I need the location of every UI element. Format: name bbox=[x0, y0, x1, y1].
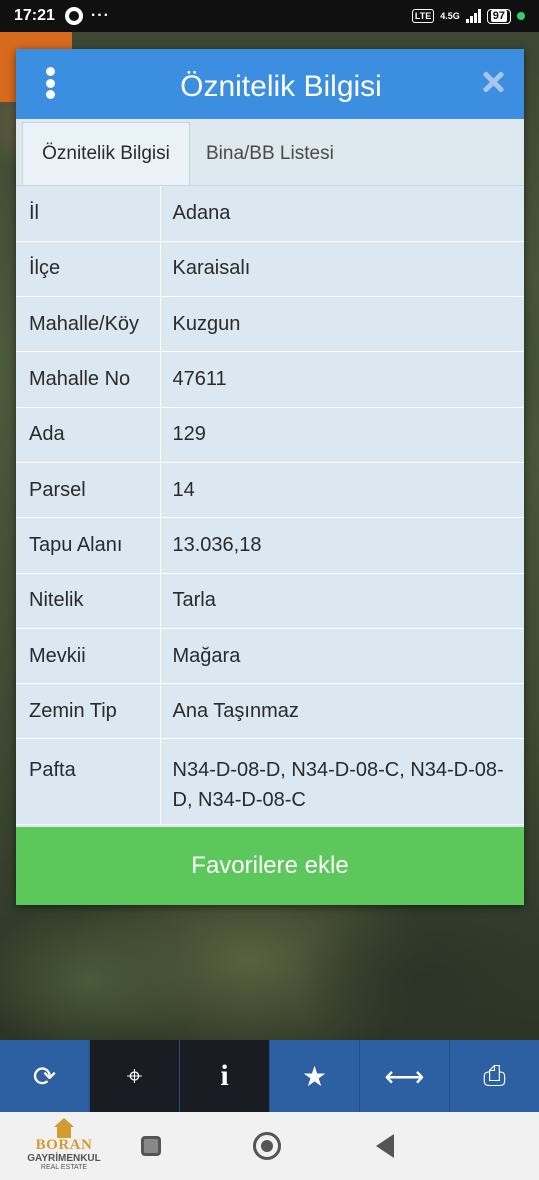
attribute-key: Mahalle/Köy bbox=[16, 296, 161, 353]
status-bar: 17:21 ··· LTE 4.5G 97 bbox=[0, 0, 539, 32]
tab-bar: Öznitelik Bilgisi Bina/BB Listesi bbox=[16, 119, 524, 186]
kebab-menu-icon[interactable] bbox=[43, 67, 57, 99]
back-icon[interactable] bbox=[376, 1134, 394, 1158]
star-icon[interactable]: ★ bbox=[270, 1040, 360, 1112]
attribute-value: Mağara bbox=[160, 628, 524, 685]
add-favorite-button[interactable]: Favorilere ekle bbox=[16, 827, 524, 905]
carrier-icon bbox=[64, 7, 83, 25]
status-icons: LTE 4.5G 97 bbox=[411, 8, 525, 24]
attribute-value: 47611 bbox=[160, 351, 524, 408]
privacy-indicator-icon bbox=[517, 12, 525, 20]
battery-icon: 97 bbox=[486, 8, 511, 24]
logo-tagline: REAL ESTATE bbox=[40, 1164, 88, 1171]
attribute-key: Zemin Tip bbox=[16, 683, 161, 740]
attribute-row: Pafta N34-D-08-D, N34-D-08-C, N34-D-08-D,… bbox=[16, 738, 524, 826]
attribute-key: Parsel bbox=[16, 462, 161, 519]
signal-icon bbox=[465, 9, 481, 23]
refresh-icon[interactable]: ⟳ bbox=[0, 1040, 90, 1112]
attribute-key: Pafta bbox=[16, 738, 161, 826]
attribute-row: İlçe Karaisalı bbox=[16, 241, 524, 298]
logo-subtitle: GAYRİMENKUL bbox=[27, 1153, 101, 1164]
attribute-key: Ada bbox=[16, 407, 161, 463]
attribute-row: Mahalle No 47611 bbox=[16, 351, 524, 408]
attribute-value: Ana Taşınmaz bbox=[160, 683, 524, 740]
recent-apps-icon[interactable] bbox=[141, 1136, 161, 1156]
network-type: 4.5G bbox=[440, 10, 460, 21]
close-icon[interactable] bbox=[480, 69, 506, 95]
measure-arrows-icon[interactable]: ⟷ bbox=[360, 1040, 450, 1112]
attribute-value: 129 bbox=[160, 407, 524, 463]
attribute-row: Tapu Alanı 13.036,18 bbox=[16, 517, 524, 574]
attribute-value: 14 bbox=[160, 462, 524, 519]
attribute-key: İlçe bbox=[16, 241, 161, 298]
attribute-value: Karaisalı bbox=[160, 241, 524, 298]
attribute-value: Kuzgun bbox=[160, 296, 524, 353]
tab-attribute-info[interactable]: Öznitelik Bilgisi bbox=[22, 122, 190, 185]
attribute-value: 13.036,18 bbox=[160, 517, 524, 574]
logo-name: BORAN bbox=[35, 1137, 93, 1153]
attribute-value: Adana bbox=[160, 186, 524, 242]
map-toolbar: ⟳ ⌖ i ★ ⟷ ⎙ bbox=[0, 1040, 539, 1112]
attribute-value: Tarla bbox=[160, 573, 524, 629]
attribute-row: Ada 129 bbox=[16, 407, 524, 463]
system-nav-bar: BORAN GAYRİMENKUL REAL ESTATE bbox=[0, 1112, 539, 1180]
crosshair-icon[interactable]: ⌖ bbox=[90, 1040, 180, 1112]
attribute-dialog: Öznitelik Bilgisi Öznitelik Bilgisi Bina… bbox=[16, 49, 524, 905]
attribute-key: Tapu Alanı bbox=[16, 517, 161, 574]
attribute-row: Mevkii Mağara bbox=[16, 628, 524, 685]
attribute-key: Mevkii bbox=[16, 628, 161, 685]
attribute-row: Nitelik Tarla bbox=[16, 573, 524, 629]
tab-building-list[interactable]: Bina/BB Listesi bbox=[190, 122, 346, 185]
print-icon[interactable]: ⎙ bbox=[450, 1040, 539, 1112]
attribute-row: Zemin Tip Ana Taşınmaz bbox=[16, 683, 524, 740]
attribute-key: Nitelik bbox=[16, 573, 161, 629]
attribute-value: N34-D-08-D, N34-D-08-C, N34-D-08-D, N34-… bbox=[160, 738, 524, 826]
battery-level: 97 bbox=[490, 9, 507, 22]
attribute-row: Parsel 14 bbox=[16, 462, 524, 519]
house-logo-icon bbox=[50, 1118, 78, 1138]
attribute-row: Mahalle/Köy Kuzgun bbox=[16, 296, 524, 353]
status-time: 17:21 bbox=[14, 7, 55, 24]
more-notifications-icon: ··· bbox=[90, 7, 110, 24]
attribute-key: Mahalle No bbox=[16, 351, 161, 408]
attribute-key: İl bbox=[16, 186, 161, 242]
attribute-row: İl Adana bbox=[16, 186, 524, 242]
home-icon[interactable] bbox=[253, 1132, 281, 1160]
company-logo: BORAN GAYRİMENKUL REAL ESTATE bbox=[14, 1118, 114, 1176]
volte-icon: LTE bbox=[411, 9, 435, 23]
info-icon[interactable]: i bbox=[180, 1040, 270, 1112]
dialog-header: Öznitelik Bilgisi bbox=[16, 49, 524, 119]
dialog-title: Öznitelik Bilgisi bbox=[180, 70, 382, 103]
attribute-table: İl Adana İlçe Karaisalı Mahalle/Köy Kuzgun Mah… bbox=[16, 186, 524, 826]
